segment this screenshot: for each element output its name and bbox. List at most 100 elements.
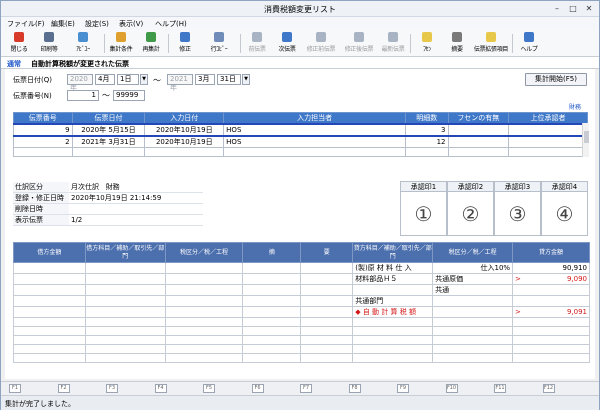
col-approver[interactable]: 上位承認者	[508, 112, 588, 125]
status-text: 集計が完了しました。	[5, 400, 75, 408]
stamp-label: 承認印4	[542, 182, 587, 192]
function-key-f4[interactable]: F4	[154, 384, 167, 393]
approval-stamp-4[interactable]: 承認印4 ④	[541, 181, 588, 236]
function-key-f7[interactable]: F7	[300, 384, 312, 393]
close-button[interactable]: 閉じる	[5, 32, 33, 56]
col-memo-1: 摘	[242, 242, 302, 263]
col-debit-tax: 税区分／税／工程	[164, 242, 244, 263]
col-voucher-date[interactable]: 伝票日付	[71, 112, 146, 125]
col-fusen[interactable]: フセンの有無	[447, 112, 510, 125]
function-key-f6[interactable]: F6	[251, 384, 264, 393]
col-detail-count[interactable]: 明細数	[405, 112, 449, 125]
date-to-dropdown[interactable]: ▼	[242, 74, 250, 85]
approval-stamp-2[interactable]: 承認印2 ②	[447, 181, 494, 236]
credit-account: 共通部門	[352, 295, 434, 307]
date-from-year[interactable]: 2020年	[67, 74, 93, 92]
latest-voucher-button[interactable]: 最新伝票	[379, 32, 407, 56]
menu-edit[interactable]: 編集(E)	[51, 19, 75, 29]
close-icon[interactable]: ✕	[583, 3, 595, 14]
preview-icon	[78, 32, 88, 42]
status-bar: 集計が完了しました。	[1, 395, 599, 410]
preview-button[interactable]: ｱﾋﾞﾕｰ	[65, 32, 101, 56]
start-aggregation-button[interactable]: 集計開始(F5)	[525, 73, 587, 86]
journal-row[interactable]: 共通	[13, 284, 590, 296]
date-label: 伝票日付(Q)	[13, 76, 52, 84]
table-row[interactable]: 2 2021年 3月31日 2020年10月19日 HOS 12	[13, 135, 588, 148]
credit-account	[352, 284, 434, 296]
function-key-f8[interactable]: F8	[348, 384, 361, 393]
scrollbar-thumb[interactable]	[584, 131, 589, 143]
toolbar-label: ｱﾋﾞﾕｰ	[76, 46, 90, 53]
menu-help[interactable]: ヘルプ(H)	[155, 19, 187, 29]
finance-link[interactable]: 財務	[569, 102, 581, 111]
minimize-icon[interactable]: –	[551, 3, 563, 14]
journal-row[interactable]: (製)原 材 料 仕 入 仕入10% 90,910	[13, 262, 590, 274]
journal-row-empty	[13, 353, 590, 363]
maximize-icon[interactable]: □	[567, 3, 579, 14]
stamp-number: ④	[555, 202, 574, 226]
function-key-f10[interactable]: F10	[445, 384, 458, 393]
next-voucher-button[interactable]: 次伝票	[273, 32, 301, 56]
reaggregate-button[interactable]: 再集計	[137, 32, 165, 56]
info-key: 仕訳区分	[13, 182, 69, 193]
date-from-dropdown[interactable]: ▼	[140, 74, 148, 85]
menu-file[interactable]: ファイル(F)	[7, 19, 45, 29]
function-key-f1[interactable]: F1	[9, 384, 21, 393]
after-edit-voucher-button[interactable]: 修正後伝票	[341, 32, 377, 56]
toolbar-label: 集計条件	[109, 46, 133, 53]
fusen-icon	[422, 32, 432, 42]
info-value: 月次仕訳 財務	[69, 182, 203, 193]
info-key: 削除日時	[13, 203, 69, 215]
help-button[interactable]: ヘルプ	[515, 32, 543, 56]
cell-input-user: HOS	[223, 123, 407, 137]
print-button[interactable]: 印刷等	[35, 32, 63, 56]
number-from-input[interactable]: 1	[67, 90, 99, 101]
function-key-f12[interactable]: F12	[542, 384, 555, 393]
approval-stamp-3[interactable]: 承認印3 ③	[494, 181, 541, 236]
function-key-f11[interactable]: F11	[494, 384, 506, 393]
function-key-f3[interactable]: F3	[106, 384, 118, 393]
date-from-month[interactable]: 4月	[95, 74, 115, 85]
journal-row[interactable]: ◆ 自 動 計 算 税 額 >9,091	[13, 306, 590, 318]
col-voucher-no[interactable]: 伝票番号	[13, 112, 73, 125]
stamp-number: ③	[508, 202, 527, 226]
function-key-f2[interactable]: F2	[57, 384, 70, 393]
credit-amount: 90,910	[512, 262, 590, 274]
copy-row-button[interactable]: 行ｺﾋﾟｰ	[201, 32, 237, 56]
info-key: 表示伝票	[13, 214, 69, 226]
function-key-f5[interactable]: F5	[203, 384, 215, 393]
journal-row[interactable]: 材料部品Ｈ５ 共通原価 >9,090	[13, 273, 590, 285]
number-range-tilde: ～	[102, 91, 110, 100]
memo-button[interactable]: 摘要	[443, 32, 471, 56]
menu-settings[interactable]: 設定(S)	[85, 19, 109, 29]
col-input-user[interactable]: 入力担当者	[223, 112, 407, 125]
date-from-day[interactable]: 1日	[117, 74, 139, 85]
info-value: 1/2	[69, 214, 203, 226]
date-to-year[interactable]: 2021年	[167, 74, 193, 92]
edit-button[interactable]: 修正	[171, 32, 199, 56]
list-scrollbar[interactable]	[582, 123, 589, 157]
date-to-day[interactable]: 31日	[217, 74, 241, 85]
menu-view[interactable]: 表示(V)	[119, 19, 143, 29]
function-key-f9[interactable]: F9	[397, 384, 409, 393]
table-row[interactable]: 9 2020年 5月15日 2020年10月19日 HOS 3	[13, 123, 588, 137]
toolbar-label: ﾌｾﾝ	[422, 46, 432, 53]
aggregate-condition-button[interactable]: 集計条件	[107, 32, 135, 56]
before-edit-voucher-button[interactable]: 修正前伝票	[303, 32, 339, 56]
number-to-input[interactable]: 99999	[113, 90, 145, 101]
journal-row[interactable]: 共通部門	[13, 295, 590, 307]
credit-tax: 共通	[432, 284, 514, 296]
voucher-extension-button[interactable]: 伝票拡張項目	[473, 32, 509, 56]
journal-row-empty	[13, 326, 590, 336]
menu-bar: ファイル(F) 編集(E) 設定(S) 表示(V) ヘルプ(H)	[1, 17, 599, 30]
prev-voucher-button[interactable]: 前伝票	[243, 32, 271, 56]
next-voucher-icon	[282, 32, 292, 42]
approval-stamp-1[interactable]: 承認印1 ①	[400, 181, 447, 236]
main-content: 伝票日付(Q) 2020年 4月 1日 ▼ ～ 2021年 3月 31日 ▼ 集…	[5, 69, 595, 379]
date-range-tilde: ～	[153, 76, 161, 85]
col-input-date[interactable]: 入力日付	[144, 112, 225, 125]
date-to-month[interactable]: 3月	[195, 74, 215, 85]
fusen-button[interactable]: ﾌｾﾝ	[413, 32, 441, 56]
aggregate-condition-icon	[116, 32, 126, 42]
condition-label: 自動計算税額が変更された伝票	[31, 60, 129, 68]
